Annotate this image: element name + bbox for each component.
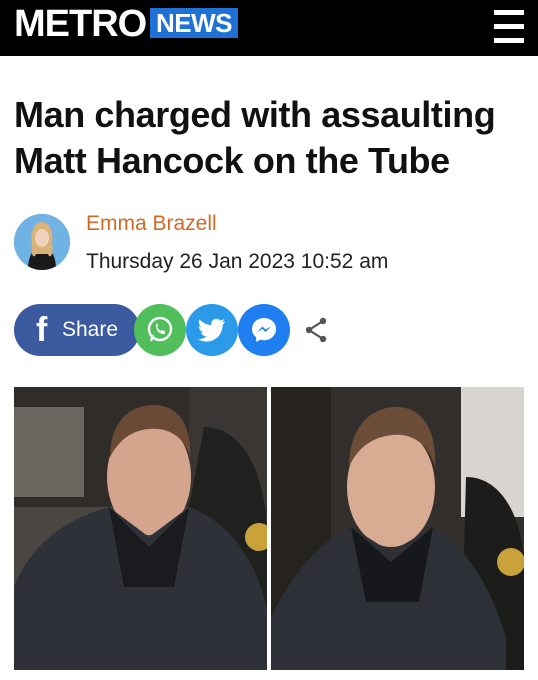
metro-logo[interactable]: METRO bbox=[14, 3, 147, 46]
article-photo-left[interactable] bbox=[14, 387, 267, 670]
hamburger-menu-icon bbox=[494, 10, 524, 15]
author-name-link[interactable]: Emma Brazell bbox=[86, 212, 217, 236]
hamburger-menu-icon-bar bbox=[494, 24, 524, 29]
section-badge-news[interactable]: NEWS bbox=[150, 8, 238, 38]
share-more-button[interactable] bbox=[296, 304, 336, 356]
whatsapp-icon bbox=[147, 316, 173, 342]
share-icon bbox=[305, 317, 327, 343]
twitter-icon bbox=[197, 318, 225, 342]
author-photo bbox=[14, 214, 70, 270]
hamburger-menu-icon-bar bbox=[494, 38, 524, 43]
twitter-share-button[interactable] bbox=[186, 304, 238, 356]
publish-date: Thursday 26 Jan 2023 10:52 am bbox=[86, 250, 389, 273]
menu-button[interactable] bbox=[494, 10, 524, 44]
messenger-icon bbox=[252, 318, 276, 342]
article-photo-right[interactable] bbox=[271, 387, 524, 670]
article-image-gallery bbox=[14, 387, 524, 670]
article-headline: Man charged with assaulting Matt Hancock… bbox=[14, 94, 496, 181]
train-passenger-photo bbox=[14, 387, 267, 670]
train-passenger-closeup-photo bbox=[271, 387, 524, 670]
facebook-icon: f bbox=[36, 310, 48, 349]
author-avatar[interactable] bbox=[14, 214, 70, 270]
messenger-share-button[interactable] bbox=[238, 304, 290, 356]
facebook-share-button[interactable]: f Share bbox=[14, 304, 140, 356]
facebook-share-label: Share bbox=[62, 318, 119, 341]
whatsapp-share-button[interactable] bbox=[134, 304, 186, 356]
site-header: METRO NEWS bbox=[0, 0, 538, 56]
